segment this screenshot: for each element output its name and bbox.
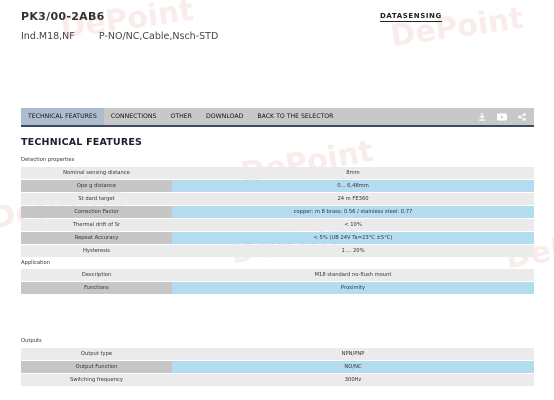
spec-value: NPN/PNP [172,348,534,360]
spec-value: 24 m FE360 [172,193,534,205]
spec-key: Repeat Accuracy [21,232,172,244]
spec-table-detection: Nominal sensing distance 8mm Ope g distan… [21,167,534,258]
group-label-outputs: Outputs [21,338,42,344]
tab-back-to-selector[interactable]: BACK TO THE SELECTOR [250,108,340,125]
group-label-application: Application [21,260,50,266]
spec-row: Correction Factor copper: m 8 brass: 0.56… [21,206,534,218]
spec-key: Thermal drift of Sr [21,219,172,231]
spec-value: < 5% (UB 24V Ta=23°C ±5°C) [172,232,534,244]
group-label-detection: Detection properties [21,157,75,163]
spec-key: Hysteresis [21,245,172,257]
download-icon[interactable] [478,112,486,121]
product-description: Ind.M18,NF P-NO/NC,Cable,Nsch-STD [21,31,219,42]
spec-row: Description M18 standard no-flush mount [21,269,534,281]
spec-table-application: Description M18 standard no-flush mount F… [21,269,534,295]
spec-value: 8mm [172,167,534,179]
spec-key: Correction Factor [21,206,172,218]
share-icon[interactable] [518,112,526,121]
spec-key: Functions [21,282,172,294]
spec-value: 1 ... 20% [172,245,534,257]
video-icon[interactable] [497,113,507,121]
spec-value: < 10% [172,219,534,231]
spec-value: copper: m 8 brass: 0.56 / stainless stee… [172,206,534,218]
spec-row: St dard target 24 m FE360 [21,193,534,205]
tab-download[interactable]: DOWNLOAD [199,108,250,125]
spec-row: Output type NPN/PNP [21,348,534,360]
spec-row: Nominal sensing distance 8mm [21,167,534,179]
spec-value: M18 standard no-flush mount [172,269,534,281]
spec-key: Nominal sensing distance [21,167,172,179]
tab-technical-features[interactable]: TECHNICAL FEATURES [21,108,104,125]
spec-table-outputs: Output type NPN/PNP Output Function NO/NC … [21,348,534,387]
spec-key: Output Function [21,361,172,373]
spec-row: Ope g distance 0... 6,48mm [21,180,534,192]
watermark: DePoint [388,0,526,55]
spec-key: Switching frequency [21,374,172,386]
brand-logo: DATASENSING [380,12,442,22]
spec-value: 300Hz [172,374,534,386]
spec-value: 0... 6,48mm [172,180,534,192]
tab-other[interactable]: OTHER [163,108,199,125]
spec-row: Thermal drift of Sr < 10% [21,219,534,231]
spec-value: Proximity [172,282,534,294]
spec-row: Switching frequency 300Hz [21,374,534,386]
spec-row: Repeat Accuracy < 5% (UB 24V Ta=23°C ±5°C… [21,232,534,244]
product-code: PK3/00-2AB6 [21,10,105,23]
spec-key: Output type [21,348,172,360]
spec-key: Description [21,269,172,281]
spec-row: Hysteresis 1 ... 20% [21,245,534,257]
nav-icon-group [478,112,534,121]
spec-row: Functions Proximity [21,282,534,294]
spec-key: St dard target [21,193,172,205]
spec-key: Ope g distance [21,180,172,192]
tab-connections[interactable]: CONNECTIONS [104,108,164,125]
section-title: TECHNICAL FEATURES [21,137,143,148]
tab-bar: TECHNICAL FEATURES CONNECTIONS OTHER DOW… [21,108,534,127]
spec-row: Output Function NO/NC [21,361,534,373]
spec-value: NO/NC [172,361,534,373]
